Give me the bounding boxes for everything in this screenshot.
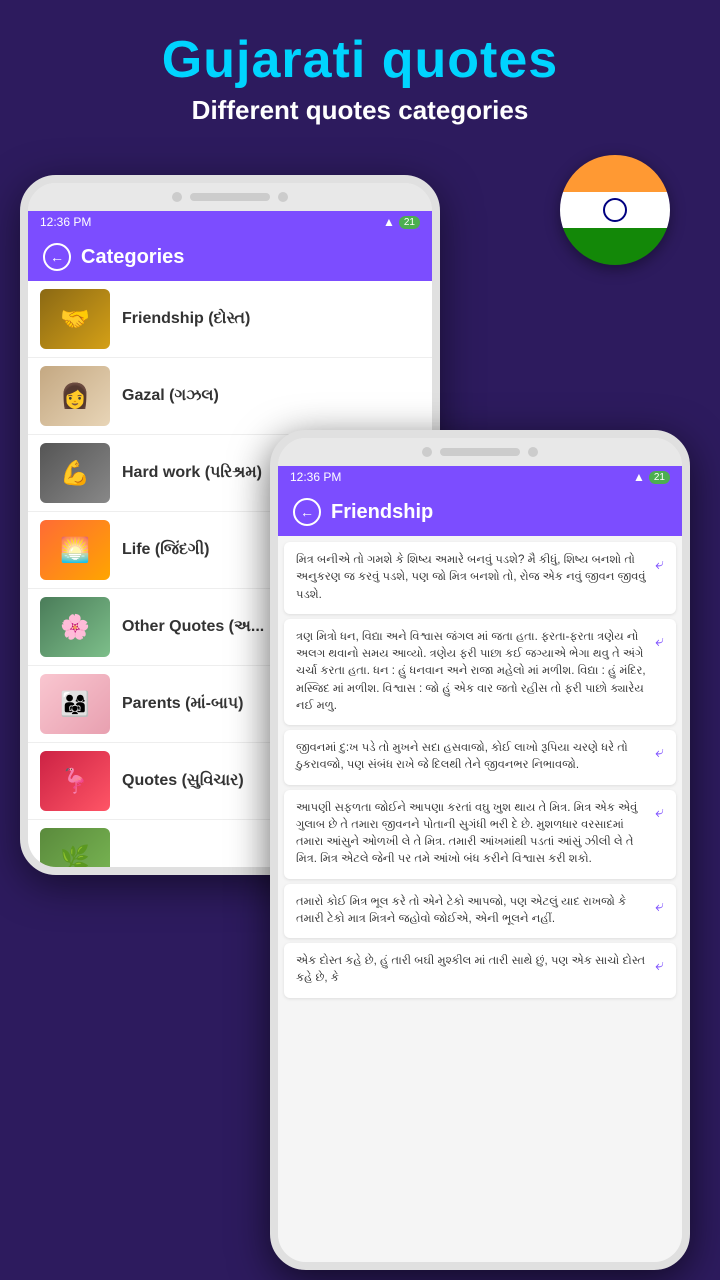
category-thumb-hardwork: 💪 (40, 443, 110, 503)
back-button-2[interactable]: ← (293, 498, 321, 526)
notch-camera (278, 192, 288, 202)
category-thumb-life: 🌅 (40, 520, 110, 580)
app-title: Gujarati quotes (20, 30, 700, 90)
quote-card-4: આપણી સફળતા જોઈને આપણા કરતાં વઘુ ખુશ થાય … (284, 790, 676, 879)
share-icon-5[interactable]: ⤶ (655, 898, 664, 916)
category-label-parents: Parents (માં-બાપ) (122, 695, 244, 713)
last-image: 🌿 (40, 828, 110, 870)
category-thumb-friendship: 🤝 (40, 289, 110, 349)
phone2-header: ← Friendship (278, 488, 682, 536)
category-item-gazal[interactable]: 👩 Gazal (ગઝલ) (28, 358, 432, 435)
quote-card-6: એક દોસ્ત કહે છે, હું તારી બઘી મુશ્કીલ મા… (284, 943, 676, 998)
quote-text-2: ત્રણ મિત્રો ધન, વિદ્યા અને વિશ્વાસ જંગલ … (296, 629, 647, 715)
category-thumb-last: 🌿 (40, 828, 110, 870)
category-thumb-quotes: 🦩 (40, 751, 110, 811)
category-thumb-parents: 👨‍👩‍👧 (40, 674, 110, 734)
notch2-speaker (422, 447, 432, 457)
quote-text-5: તમારો કોઈ મિત્ર ભૂલ કરે તો એને ટેકો આપજો… (296, 894, 647, 929)
notch2-pill (440, 448, 520, 456)
flag-orange-stripe (560, 155, 670, 192)
categories-title: Categories (81, 246, 184, 269)
gazal-image: 👩 (40, 366, 110, 426)
battery-indicator: 21 (399, 216, 420, 229)
life-image: 🌅 (40, 520, 110, 580)
battery2-indicator: 21 (649, 471, 670, 484)
phone2-status-icons: ▲ 21 (633, 470, 670, 484)
phone1-notch (28, 183, 432, 211)
category-label-friendship: Friendship (દોસ્ત) (122, 310, 250, 328)
flag-white-stripe (560, 192, 670, 229)
share-icon-6[interactable]: ⤶ (655, 957, 664, 975)
category-label-gazal: Gazal (ગઝલ) (122, 387, 219, 405)
share-icon-2[interactable]: ⤶ (655, 633, 664, 651)
flag-green-stripe (560, 228, 670, 265)
friendship-image: 🤝 (40, 289, 110, 349)
notch-speaker (172, 192, 182, 202)
notch-pill (190, 193, 270, 201)
share-icon-1[interactable]: ⤶ (655, 556, 664, 574)
phone1-status-bar: 12:36 PM ▲ 21 (28, 211, 432, 233)
parents-image: 👨‍👩‍👧 (40, 674, 110, 734)
quote-text-1: મિત્ર બનીએ તો ગમશે કે શિષ્ય અમારે બનવું … (296, 552, 647, 604)
category-label-other: Other Quotes (અ... (122, 618, 264, 636)
category-item-friendship[interactable]: 🤝 Friendship (દોસ્ત) (28, 281, 432, 358)
phone2-notch (278, 438, 682, 466)
quote-text-3: જીવનમાં દુ:ખ પડે તો મુખને સદા હસવાજો, કો… (296, 740, 647, 775)
quote-card-1: મિત્ર બનીએ તો ગમશે કે શિષ્ય અમારે બનવું … (284, 542, 676, 614)
share-icon-4[interactable]: ⤶ (655, 804, 664, 822)
back-button[interactable]: ← (43, 243, 71, 271)
quote-text-6: એક દોસ્ત કહે છે, હું તારી બઘી મુશ્કીલ મા… (296, 953, 647, 988)
phone1-time: 12:36 PM (40, 215, 91, 229)
quote-card-5: તમારો કોઈ મિત્ર ભૂલ કરે તો એને ટેકો આપજો… (284, 884, 676, 939)
phone2-time: 12:36 PM (290, 470, 341, 484)
notch2-camera (528, 447, 538, 457)
phone2-mockup: 12:36 PM ▲ 21 ← Friendship મિત્ર બનીએ તો… (270, 430, 690, 1270)
category-label-quotes: Quotes (સુવિચાર) (122, 772, 244, 790)
quote-card-3: જીવનમાં દુ:ખ પડે તો મુખને સદા હસવાજો, કો… (284, 730, 676, 785)
category-thumb-other: 🌸 (40, 597, 110, 657)
app-subtitle: Different quotes categories (20, 95, 700, 126)
ashoka-chakra (603, 198, 627, 222)
other-image: 🌸 (40, 597, 110, 657)
app-header: Gujarati quotes Different quotes categor… (0, 0, 720, 141)
india-flag (560, 155, 670, 265)
category-thumb-gazal: 👩 (40, 366, 110, 426)
friendship-title: Friendship (331, 501, 433, 524)
phone1-header: ← Categories (28, 233, 432, 281)
category-label-life: Life (જિંદગી) (122, 541, 210, 559)
phone2-status-bar: 12:36 PM ▲ 21 (278, 466, 682, 488)
quotes-list: મિત્ર બનીએ તો ગમશે કે શિષ્ય અમારે બનવું … (278, 536, 682, 1265)
wifi-icon: ▲ (383, 215, 395, 229)
hardwork-image: 💪 (40, 443, 110, 503)
quote-card-2: ત્રણ મિત્રો ધન, વિદ્યા અને વિશ્વાસ જંગલ … (284, 619, 676, 725)
phone1-status-icons: ▲ 21 (383, 215, 420, 229)
wifi2-icon: ▲ (633, 470, 645, 484)
quotes-image: 🦩 (40, 751, 110, 811)
category-label-hardwork: Hard work (પરિશ્રમ) (122, 464, 262, 482)
quote-text-4: આપણી સફળતા જોઈને આપણા કરતાં વઘુ ખુશ થાય … (296, 800, 647, 869)
share-icon-3[interactable]: ⤶ (655, 744, 664, 762)
